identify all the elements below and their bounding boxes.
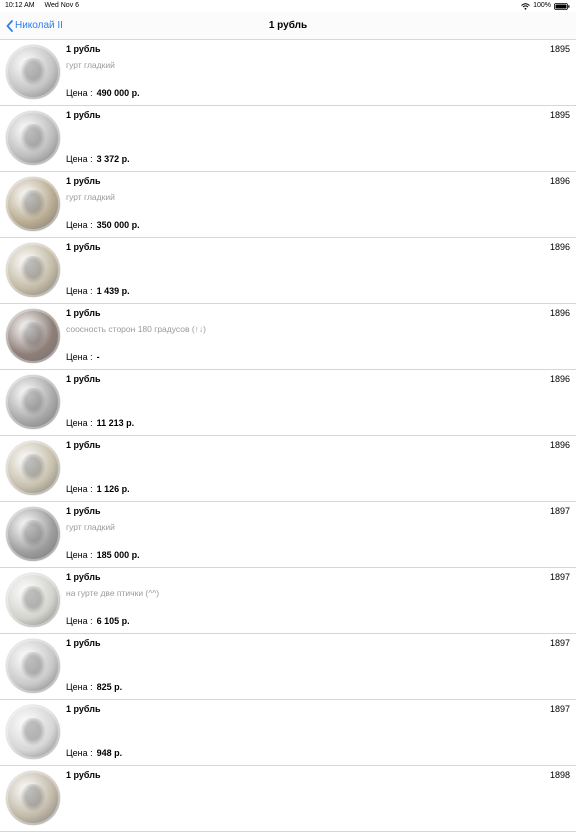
price-value: 825 р.	[96, 682, 123, 692]
coin-name: 1 рубль	[66, 704, 101, 714]
price-line: Цена :948 р.	[66, 748, 122, 759]
list-item[interactable]: 1 рубль 1897 на гурте две птички (^^) Цена …	[0, 568, 576, 634]
price-line: Цена :185 000 р.	[66, 550, 140, 561]
coin-thumbnail	[6, 375, 60, 429]
price-value: 350 000 р.	[96, 220, 140, 230]
price-label: Цена :	[66, 484, 93, 494]
list-item[interactable]: 1 рубль 1896 Цена :1 126 р.	[0, 436, 576, 502]
coin-description: гурт гладкий	[66, 60, 115, 70]
coin-year: 1898	[549, 770, 570, 780]
coin-year: 1895	[549, 110, 570, 120]
price-line: Цена :3 372 р.	[66, 154, 130, 165]
coin-year: 1897	[549, 638, 570, 648]
status-left: 10:12 AM Wed Nov 6	[5, 0, 87, 12]
status-date: Wed Nov 6	[44, 2, 80, 9]
list-item[interactable]: 1 рубль 1895 Цена :3 372 р.	[0, 106, 576, 172]
coin-name: 1 рубль	[66, 308, 101, 318]
coin-thumbnail	[6, 177, 60, 231]
coin-thumbnail	[6, 507, 60, 561]
coin-year: 1896	[549, 242, 570, 252]
list-item[interactable]: 1 рубль 1897 гурт гладкий Цена :185 000 р.	[0, 502, 576, 568]
price-label: Цена :	[66, 418, 93, 428]
price-label: Цена :	[66, 682, 93, 692]
coin-year: 1895	[549, 44, 570, 54]
wifi-icon	[521, 2, 530, 10]
coin-description: на гурте две птички (^^)	[66, 588, 160, 598]
coin-name: 1 рубль	[66, 770, 101, 780]
coin-thumbnail	[6, 243, 60, 297]
price-line: Цена :-	[66, 352, 100, 363]
price-value: 11 213 р.	[96, 418, 135, 428]
coin-thumbnail	[6, 45, 60, 99]
price-value: 6 105 р.	[96, 616, 130, 626]
price-label: Цена :	[66, 616, 93, 626]
coin-year: 1896	[549, 176, 570, 186]
price-value: 948 р.	[96, 748, 123, 758]
battery-icon	[554, 2, 570, 10]
battery-percentage: 100%	[533, 2, 551, 9]
coin-name: 1 рубль	[66, 176, 101, 186]
coin-name: 1 рубль	[66, 374, 101, 384]
list-item[interactable]: 1 рубль 1895 гурт гладкий Цена :490 000 р.	[0, 40, 576, 106]
coin-name: 1 рубль	[66, 110, 101, 120]
page-title: 1 рубль	[268, 20, 308, 31]
coin-year: 1896	[549, 440, 570, 450]
coin-year: 1896	[549, 308, 570, 318]
navigation-bar: Николай II 1 рубль	[0, 12, 576, 40]
list-item[interactable]: 1 рубль 1897 Цена :825 р.	[0, 634, 576, 700]
price-value: 1 439 р.	[96, 286, 130, 296]
price-value: -	[96, 352, 100, 362]
coin-thumbnail	[6, 111, 60, 165]
list-item[interactable]: 1 рубль 1896 Цена :1 439 р.	[0, 238, 576, 304]
price-label: Цена :	[66, 88, 93, 98]
coin-name: 1 рубль	[66, 506, 101, 516]
price-value: 3 372 р.	[96, 154, 130, 164]
coin-name: 1 рубль	[66, 440, 101, 450]
coin-name: 1 рубль	[66, 44, 101, 54]
status-time: 10:12 AM	[5, 2, 35, 9]
coin-thumbnail	[6, 639, 60, 693]
price-label: Цена :	[66, 748, 93, 758]
coin-name: 1 рубль	[66, 572, 101, 582]
coin-description: гурт гладкий	[66, 192, 115, 202]
price-label: Цена :	[66, 352, 93, 362]
coin-description: гурт гладкий	[66, 522, 115, 532]
status-bar: 10:12 AM Wed Nov 6 100%	[0, 0, 576, 12]
price-value: 185 000 р.	[96, 550, 140, 560]
coin-list: 1 рубль 1895 гурт гладкий Цена :490 000 р. 1…	[0, 40, 576, 832]
price-line: Цена :1 439 р.	[66, 286, 130, 297]
price-line: Цена :490 000 р.	[66, 88, 140, 99]
price-value: 490 000 р.	[96, 88, 140, 98]
price-line: Цена :1 126 р.	[66, 484, 130, 495]
price-label: Цена :	[66, 550, 93, 560]
price-line: Цена :11 213 р.	[66, 418, 134, 429]
coin-thumbnail	[6, 309, 60, 363]
list-item[interactable]: 1 рубль 1896 Цена :11 213 р.	[0, 370, 576, 436]
coin-description: соосность сторон 180 градусов (↑↓)	[66, 324, 207, 334]
price-label: Цена :	[66, 220, 93, 230]
list-item[interactable]: 1 рубль 1897 Цена :948 р.	[0, 700, 576, 766]
coin-thumbnail	[6, 441, 60, 495]
price-line: Цена :350 000 р.	[66, 220, 140, 231]
status-right: 100%	[521, 0, 570, 12]
price-value: 1 126 р.	[96, 484, 130, 494]
coin-year: 1897	[549, 506, 570, 516]
coin-thumbnail	[6, 573, 60, 627]
coin-year: 1896	[549, 374, 570, 384]
coin-thumbnail	[6, 771, 60, 825]
price-label: Цена :	[66, 154, 93, 164]
price-line: Цена :6 105 р.	[66, 616, 130, 627]
coin-thumbnail	[6, 705, 60, 759]
price-label: Цена :	[66, 286, 93, 296]
coin-year: 1897	[549, 572, 570, 582]
price-line: Цена :825 р.	[66, 682, 122, 693]
coin-year: 1897	[549, 704, 570, 714]
list-item[interactable]: 1 рубль 1896 гурт гладкий Цена :350 000 р.	[0, 172, 576, 238]
list-item[interactable]: 1 рубль 1896 соосность сторон 180 градусов…	[0, 304, 576, 370]
coin-name: 1 рубль	[66, 242, 101, 252]
coin-name: 1 рубль	[66, 638, 101, 648]
list-item[interactable]: 1 рубль 1898	[0, 766, 576, 832]
